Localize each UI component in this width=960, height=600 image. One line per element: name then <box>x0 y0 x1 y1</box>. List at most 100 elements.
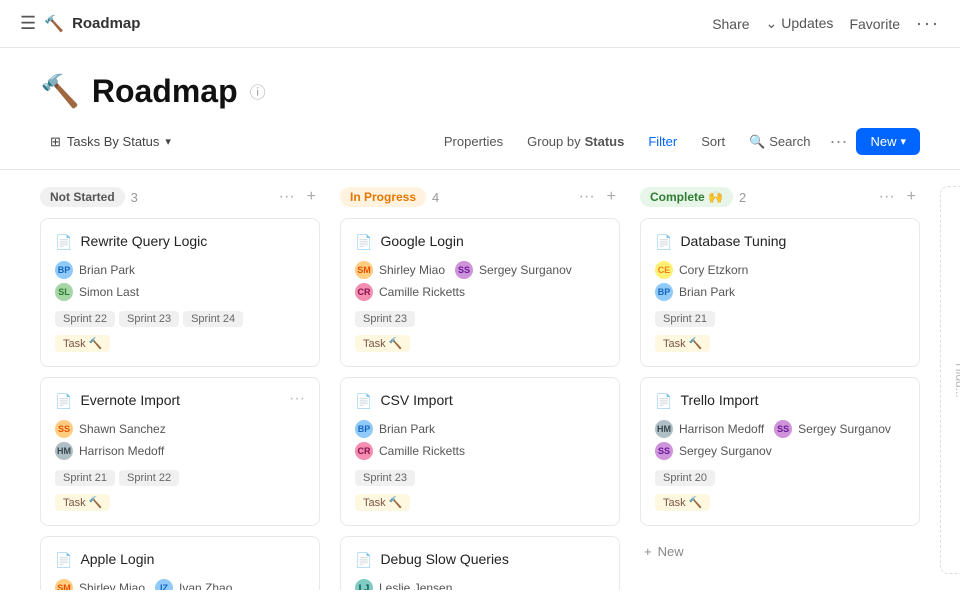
tag: Sprint 21 <box>55 470 115 486</box>
card-title-row: 📄 Apple Login <box>55 551 305 569</box>
toolbar-left: ⊞ Tasks By Status ▾ <box>40 129 181 155</box>
column-actions: ··· + <box>875 186 920 208</box>
column-actions: ··· + <box>575 186 620 208</box>
member-name: Harrison Medoff <box>679 422 764 436</box>
column-add-btn[interactable]: + <box>303 186 320 208</box>
column-add-btn[interactable]: + <box>903 186 920 208</box>
member-row: HM Harrison Medoff SS Sergey Surganov <box>655 420 905 438</box>
column-header-complete: Complete 🙌 2 ··· + <box>640 186 920 208</box>
avatar: CR <box>355 442 373 460</box>
group-by-btn[interactable]: Group by Status <box>517 129 634 154</box>
member-name: Camille Ricketts <box>379 444 465 458</box>
member-name: Simon Last <box>79 285 139 299</box>
column-more-btn[interactable]: ··· <box>575 186 599 208</box>
member-row: CE Cory Etzkorn <box>655 261 905 279</box>
card-members: SS Shawn Sanchez HM Harrison Medoff <box>55 420 305 460</box>
page-header: 🔨 Roadmap ⓘ <box>0 48 960 126</box>
card-evernote-import[interactable]: ··· 📄 Evernote Import SS Shawn Sanchez H… <box>40 377 320 526</box>
column-add-btn[interactable]: + <box>603 186 620 208</box>
filter-btn[interactable]: Filter <box>638 129 687 154</box>
doc-icon: 📄 <box>655 234 672 251</box>
info-icon[interactable]: ⓘ <box>250 79 266 103</box>
card-members: BP Brian Park SL Simon Last <box>55 261 305 301</box>
card-trello-import[interactable]: 📄 Trello Import HM Harrison Medoff SS Se… <box>640 377 920 526</box>
card-title: Database Tuning <box>680 233 905 249</box>
column-in-progress: In Progress 4 ··· + 📄 Google Login SM Sh… <box>340 186 620 574</box>
complete-badge: Complete 🙌 <box>640 187 733 207</box>
doc-icon: 📄 <box>55 393 72 410</box>
chevron-down-icon: ▾ <box>165 135 171 148</box>
column-complete: Complete 🙌 2 ··· + 📄 Database Tuning CE … <box>640 186 920 574</box>
new-btn[interactable]: New ▾ <box>856 128 920 155</box>
member-name: Harrison Medoff <box>79 444 164 458</box>
task-tag: Task 🔨 <box>655 494 710 511</box>
column-header-in-progress: In Progress 4 ··· + <box>340 186 620 208</box>
avatar: BP <box>655 283 673 301</box>
card-title: Apple Login <box>80 551 305 567</box>
avatar: HM <box>55 442 73 460</box>
column-more-btn[interactable]: ··· <box>875 186 899 208</box>
member-name: Shirley Miao <box>379 263 445 277</box>
member-row: CR Camille Ricketts <box>355 283 605 301</box>
card-database-tuning[interactable]: 📄 Database Tuning CE Cory Etzkorn BP Bri… <box>640 218 920 367</box>
new-card-btn[interactable]: + New <box>640 536 920 567</box>
member-row: LJ Leslie Jensen <box>355 579 605 590</box>
tag: Sprint 21 <box>655 311 715 327</box>
complete-count: 2 <box>739 190 746 205</box>
view-selector-btn[interactable]: ⊞ Tasks By Status ▾ <box>40 129 181 155</box>
member-name: Ivan Zhao <box>179 581 232 590</box>
table-icon: ⊞ <box>50 134 61 150</box>
doc-icon: 📄 <box>355 234 372 251</box>
task-tag: Task 🔨 <box>355 494 410 511</box>
card-more-btn[interactable]: ··· <box>287 390 307 408</box>
page-icon: 🔨 <box>40 72 80 110</box>
search-icon: 🔍 <box>749 134 765 150</box>
more-toolbar-btn[interactable]: ··· <box>824 126 852 157</box>
member-row: SS Shawn Sanchez <box>55 420 305 438</box>
card-title-row: 📄 Evernote Import <box>55 392 305 410</box>
search-btn[interactable]: 🔍 Search <box>739 129 820 155</box>
member-name: Brian Park <box>379 422 435 436</box>
card-members: HM Harrison Medoff SS Sergey Surganov SS… <box>655 420 905 460</box>
tag: Sprint 23 <box>119 311 179 327</box>
avatar: SS <box>55 420 73 438</box>
task-tag: Task 🔨 <box>55 494 110 511</box>
card-csv-import[interactable]: 📄 CSV Import BP Brian Park CR Camille Ri… <box>340 377 620 526</box>
member-row: CR Camille Ricketts <box>355 442 605 460</box>
card-apple-login[interactable]: 📄 Apple Login SM Shirley Miao IZ Ivan Zh… <box>40 536 320 590</box>
card-title: Trello Import <box>680 392 905 408</box>
member-row: BP Brian Park <box>655 283 905 301</box>
avatar: BP <box>355 420 373 438</box>
favorite-btn[interactable]: Favorite <box>849 16 900 32</box>
member-name: Sergey Surganov <box>798 422 891 436</box>
card-debug-slow-queries[interactable]: 📄 Debug Slow Queries LJ Leslie Jensen <box>340 536 620 590</box>
avatar: SS <box>455 261 473 279</box>
member-name: Leslie Jensen <box>379 581 452 590</box>
column-actions: ··· + <box>275 186 320 208</box>
member-name: Brian Park <box>679 285 735 299</box>
member-name: Shawn Sanchez <box>79 422 166 436</box>
avatar: SM <box>55 579 73 590</box>
card-tags: Sprint 23 <box>355 311 605 327</box>
properties-btn[interactable]: Properties <box>434 129 513 154</box>
card-google-login[interactable]: 📄 Google Login SM Shirley Miao SS Sergey… <box>340 218 620 367</box>
card-members: LJ Leslie Jensen <box>355 579 605 590</box>
card-title-row: 📄 Rewrite Query Logic <box>55 233 305 251</box>
member-name: Shirley Miao <box>79 581 145 590</box>
avatar: SL <box>55 283 73 301</box>
sort-btn[interactable]: Sort <box>691 129 735 154</box>
card-tags: Sprint 23 <box>355 470 605 486</box>
avatar: IZ <box>155 579 173 590</box>
more-options-btn[interactable]: ··· <box>916 13 940 34</box>
column-more-btn[interactable]: ··· <box>275 186 299 208</box>
share-btn[interactable]: Share <box>712 16 749 32</box>
updates-btn[interactable]: ⌄Updates <box>766 15 834 32</box>
card-title-row: 📄 Database Tuning <box>655 233 905 251</box>
card-rewrite-query-logic[interactable]: 📄 Rewrite Query Logic BP Brian Park SL S… <box>40 218 320 367</box>
menu-icon[interactable]: ☰ <box>20 13 36 34</box>
member-name: Sergey Surganov <box>479 263 572 277</box>
app-icon: 🔨 <box>44 14 64 34</box>
card-members: SM Shirley Miao IZ Ivan Zhao <box>55 579 305 590</box>
card-title: Debug Slow Queries <box>380 551 605 567</box>
card-members: CE Cory Etzkorn BP Brian Park <box>655 261 905 301</box>
